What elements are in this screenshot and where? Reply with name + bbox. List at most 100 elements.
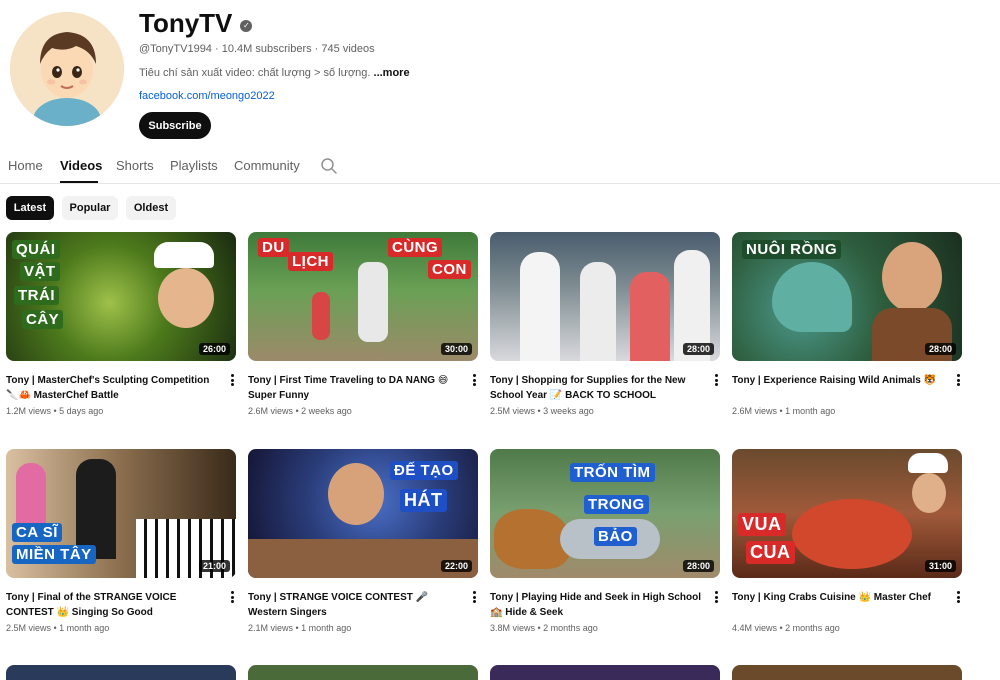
video-thumbnail[interactable]: CA SĨ MIỀN TÂY 21:00 <box>6 449 236 578</box>
person-face-shape <box>158 268 214 328</box>
person-face-shape <box>882 242 942 312</box>
thumbnail-text: CÂY <box>22 310 64 329</box>
person-shape <box>580 262 616 361</box>
subscriber-count: 10.4M subscribers <box>221 43 312 55</box>
video-thumbnail[interactable]: 28:00 <box>490 232 720 361</box>
more-link[interactable]: ...more <box>374 67 410 79</box>
duration-badge: 28:00 <box>682 343 714 355</box>
person-face-shape <box>912 473 946 513</box>
video-thumbnail-partial[interactable] <box>732 665 962 680</box>
thumbnail-text: VUA <box>738 513 786 536</box>
video-stats: 2.6M views • 2 weeks ago <box>248 406 352 416</box>
video-thumbnail-partial[interactable] <box>6 665 236 680</box>
view-count: 3.8M views <box>490 623 536 633</box>
video-card[interactable]: TRỐN TÌM TRONG BẢO 28:00 Tony | Playing … <box>490 449 720 633</box>
video-stats: 2.6M views • 1 month ago <box>732 406 836 416</box>
tab-community[interactable]: Community <box>234 158 300 173</box>
channel-avatar[interactable] <box>10 12 124 126</box>
view-count: 2.6M views <box>732 406 778 416</box>
channel-tabs: Home Videos Shorts Playlists Community <box>0 150 1000 184</box>
tab-shorts[interactable]: Shorts <box>116 158 154 173</box>
video-thumbnail-partial[interactable] <box>490 665 720 680</box>
more-options-icon[interactable] <box>226 372 238 388</box>
thumbnail-text: VẬT <box>20 262 60 281</box>
video-card[interactable]: NUÔI RỒNG 28:00 Tony | Experience Raisin… <box>732 232 962 416</box>
channel-link[interactable]: facebook.com/meongo2022 <box>139 90 275 102</box>
video-card[interactable]: QUÁI VẬT TRÁI CÂY 26:00 Tony | MasterChe… <box>6 232 236 416</box>
chef-hat-shape <box>908 453 948 473</box>
video-stats: 1.2M views • 5 days ago <box>6 406 104 416</box>
tab-playlists[interactable]: Playlists <box>170 158 218 173</box>
video-title[interactable]: Tony | King Crabs Cuisine 👑 Master Chef <box>732 590 947 620</box>
iguana-shape <box>772 262 852 332</box>
chip-latest[interactable]: Latest <box>6 196 54 220</box>
video-title[interactable]: Tony | Shopping for Supplies for the New… <box>490 373 705 403</box>
thumbnail-text: DU <box>258 238 289 257</box>
person-shape <box>76 459 116 559</box>
search-icon[interactable] <box>320 157 338 175</box>
video-title[interactable]: Tony | First Time Traveling to DA NANG 😄… <box>248 373 463 403</box>
more-options-icon[interactable] <box>468 372 480 388</box>
more-options-icon[interactable] <box>710 372 722 388</box>
video-thumbnail[interactable]: TRỐN TÌM TRONG BẢO 28:00 <box>490 449 720 578</box>
upload-age: 2 months ago <box>785 623 840 633</box>
chef-hat-shape <box>154 242 214 268</box>
view-count: 2.5M views <box>490 406 536 416</box>
video-thumbnail[interactable]: VUA CUA 31:00 <box>732 449 962 578</box>
view-count: 1.2M views <box>6 406 52 416</box>
crab-shape <box>792 499 912 569</box>
more-options-icon[interactable] <box>226 589 238 605</box>
chip-oldest[interactable]: Oldest <box>126 196 176 220</box>
more-options-icon[interactable] <box>952 372 964 388</box>
upload-age: 3 weeks ago <box>543 406 594 416</box>
video-card[interactable]: CA SĨ MIỀN TÂY 21:00 Tony | Final of the… <box>6 449 236 633</box>
video-card[interactable]: ĐẾ TẠO HÁT 22:00 Tony | STRANGE VOICE CO… <box>248 449 478 633</box>
active-tab-indicator <box>60 181 98 183</box>
channel-description[interactable]: Tiêu chí sản xuất video: chất lượng > số… <box>139 67 410 79</box>
video-thumbnail-partial[interactable] <box>248 665 478 680</box>
tab-videos[interactable]: Videos <box>60 158 102 173</box>
thumbnail-text: BẢO <box>594 527 637 546</box>
thumbnail-text: TRÁI <box>14 286 59 305</box>
crowd-hands-shape <box>248 539 478 578</box>
video-stats: 2.5M views • 1 month ago <box>6 623 110 633</box>
video-title[interactable]: Tony | STRANGE VOICE CONTEST 🎤 Western S… <box>248 590 463 620</box>
more-options-icon[interactable] <box>468 589 480 605</box>
person-shape <box>16 463 46 523</box>
view-count: 2.6M views <box>248 406 294 416</box>
video-thumbnail[interactable]: DU LỊCH CÙNG CON 30:00 <box>248 232 478 361</box>
video-card[interactable]: VUA CUA 31:00 Tony | King Crabs Cuisine … <box>732 449 962 633</box>
subscribe-button[interactable]: Subscribe <box>139 112 211 139</box>
more-options-icon[interactable] <box>710 589 722 605</box>
duration-badge: 28:00 <box>924 343 956 355</box>
upload-age: 1 month ago <box>785 406 836 416</box>
tab-home[interactable]: Home <box>8 158 43 173</box>
video-thumbnail[interactable]: QUÁI VẬT TRÁI CÂY 26:00 <box>6 232 236 361</box>
video-card[interactable]: 28:00 Tony | Shopping for Supplies for t… <box>490 232 720 416</box>
more-options-icon[interactable] <box>952 589 964 605</box>
video-title[interactable]: Tony | Playing Hide and Seek in High Sch… <box>490 590 705 620</box>
video-count: 745 videos <box>321 43 375 55</box>
thumbnail-text: CUA <box>746 541 795 564</box>
upload-age: 1 month ago <box>59 623 110 633</box>
video-title[interactable]: Tony | Final of the STRANGE VOICE CONTES… <box>6 590 221 620</box>
thumbnail-text: CA SĨ <box>12 523 62 542</box>
video-title[interactable]: Tony | Experience Raising Wild Animals 🐯 <box>732 373 947 403</box>
thumbnail-text: CON <box>428 260 471 279</box>
video-card[interactable]: DU LỊCH CÙNG CON 30:00 Tony | First Time… <box>248 232 478 416</box>
person-shape <box>630 272 670 361</box>
thumbnail-text: QUÁI <box>12 240 60 259</box>
chip-popular[interactable]: Popular <box>62 196 118 220</box>
thumbnail-text: LỊCH <box>288 252 333 271</box>
view-count: 4.4M views <box>732 623 778 633</box>
video-thumbnail[interactable]: ĐẾ TẠO HÁT 22:00 <box>248 449 478 578</box>
video-stats: 2.1M views • 1 month ago <box>248 623 352 633</box>
thumbnail-text: NUÔI RỒNG <box>742 240 842 259</box>
view-count: 2.5M views <box>6 623 52 633</box>
video-stats: 3.8M views • 2 months ago <box>490 623 598 633</box>
description-text: Tiêu chí sản xuất video: chất lượng > số… <box>139 67 371 79</box>
child-shape <box>312 292 330 340</box>
video-title[interactable]: Tony | MasterChef's Sculpting Competitio… <box>6 373 221 403</box>
upload-age: 2 weeks ago <box>301 406 352 416</box>
video-thumbnail[interactable]: NUÔI RỒNG 28:00 <box>732 232 962 361</box>
